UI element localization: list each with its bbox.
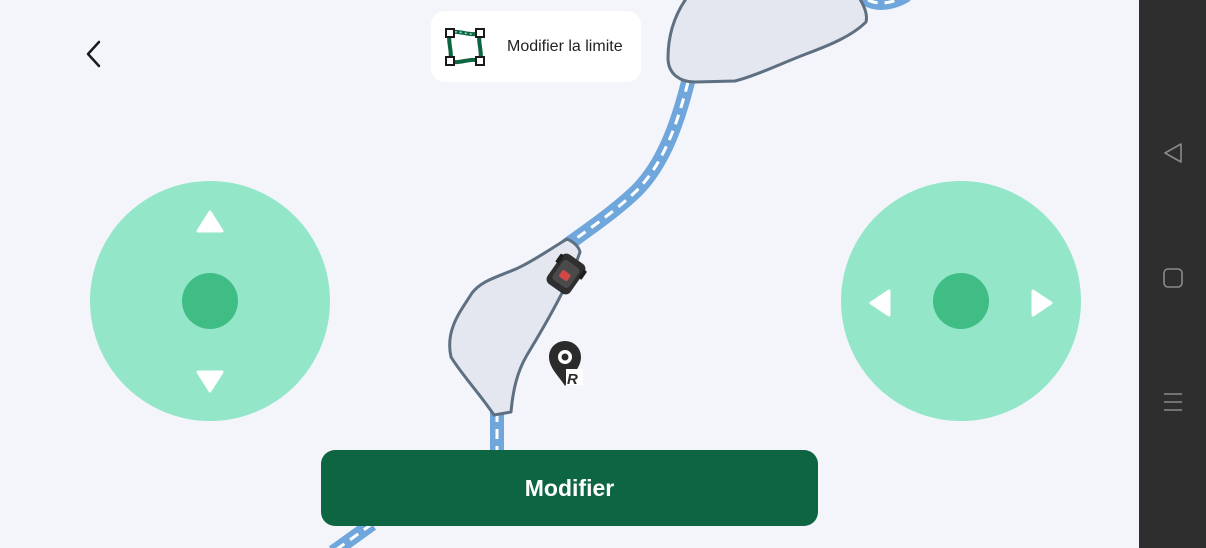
joystick-knob[interactable] [933,273,989,329]
path-corridor-topright [861,0,911,10]
arrow-down-icon[interactable] [195,368,225,394]
path-corridor-top [560,75,695,252]
modify-button[interactable]: Modifier [321,450,818,526]
system-nav-bar [1139,0,1206,548]
chevron-left-icon [86,40,101,68]
nav-menu-icon[interactable] [1161,390,1185,414]
mode-label: Modifier la limite [507,37,623,55]
edit-boundary-chip[interactable]: Modifier la limite [431,11,641,82]
joystick-left-right[interactable] [841,181,1081,421]
mowing-zone-top[interactable] [666,0,868,84]
arrow-right-icon[interactable] [1029,288,1055,318]
joystick-forward-backward[interactable] [90,181,330,421]
station-letter: R [567,371,578,388]
boundary-edit-icon [445,27,485,66]
joystick-knob[interactable] [182,273,238,329]
nav-home-icon[interactable] [1161,266,1185,290]
path-corridor-bottomleft [328,518,377,548]
back-button[interactable] [72,30,116,78]
nav-back-icon[interactable] [1161,141,1185,165]
arrow-left-icon[interactable] [867,288,893,318]
arrow-up-icon[interactable] [195,209,225,235]
charging-station-pin-icon[interactable]: R [549,341,583,388]
